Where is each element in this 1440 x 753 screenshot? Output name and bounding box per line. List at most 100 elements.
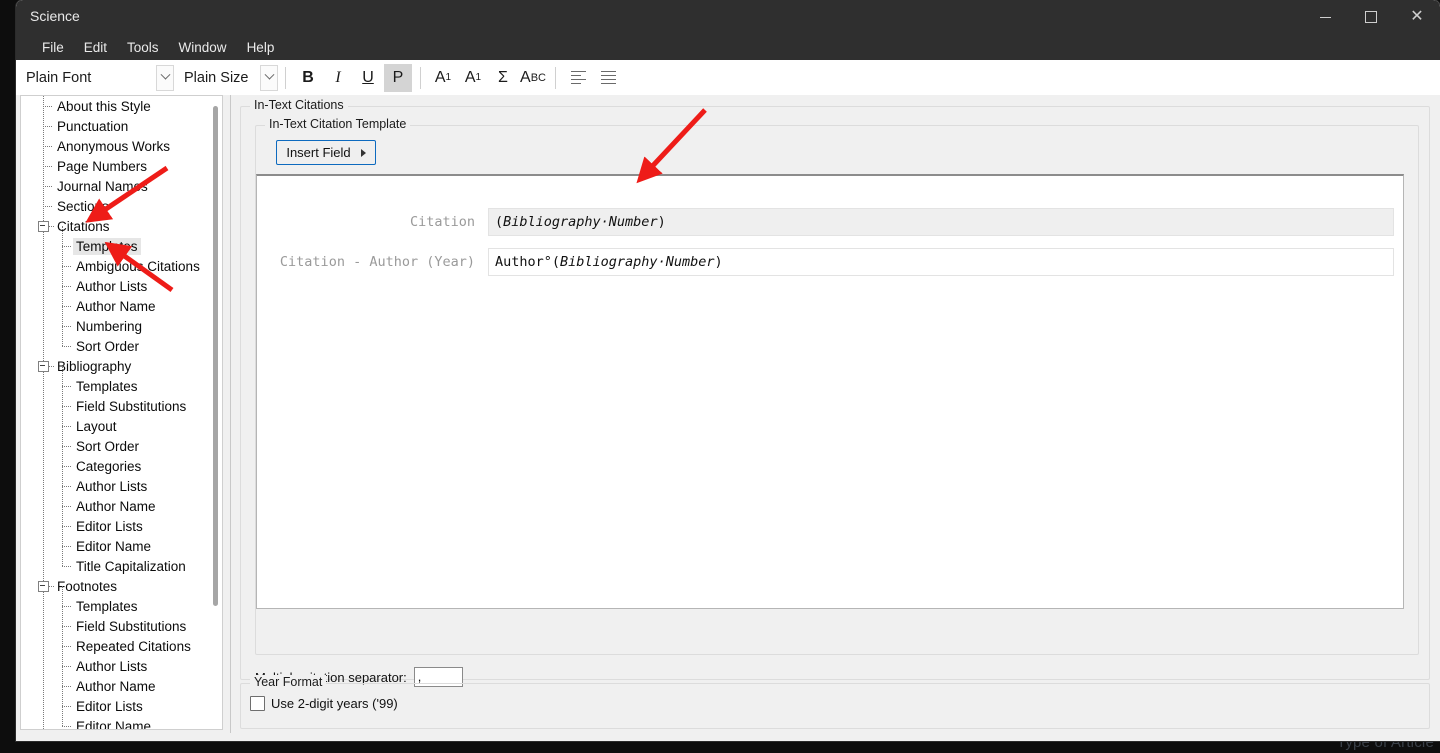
tree-connector-dash <box>62 726 71 728</box>
tree-item-punctuation[interactable]: Punctuation <box>21 116 131 136</box>
tree-item-sort-order[interactable]: Sort Order <box>21 436 142 456</box>
tree-item-layout[interactable]: Layout <box>21 416 120 436</box>
tree-item-author-lists[interactable]: Author Lists <box>21 656 150 676</box>
minimize-button[interactable] <box>1302 0 1348 34</box>
tree-connector-dash <box>62 266 71 268</box>
tree-item-field-substitutions[interactable]: Field Substitutions <box>21 396 189 416</box>
two-digit-years-row[interactable]: Use 2-digit years ('99) <box>250 696 398 711</box>
close-button[interactable]: ✕ <box>1394 0 1440 34</box>
font-family-combo[interactable]: Plain Font <box>16 64 174 91</box>
plain-button[interactable]: P <box>384 63 412 92</box>
tree-item-categories[interactable]: Categories <box>21 456 144 476</box>
tree-connector-dash <box>62 406 71 408</box>
tree-item-templates[interactable]: Templates <box>21 236 141 256</box>
tree-item-author-name[interactable]: Author Name <box>21 676 159 696</box>
tree-item-author-lists[interactable]: Author Lists <box>21 476 150 496</box>
tree-item-ambiguous-citations[interactable]: Ambiguous Citations <box>21 256 203 276</box>
align-left-icon <box>570 68 586 87</box>
style-sections-tree[interactable]: About this Style Punctuation Anonymous Wor… <box>20 95 223 730</box>
tree-item-label: About this Style <box>57 98 151 114</box>
tree-expander-collapse-icon[interactable] <box>38 581 49 592</box>
citations-settings-panel: In-Text Citations In-Text Citation Templ… <box>230 95 1437 741</box>
tree-connector-dash <box>49 226 54 228</box>
underline-button[interactable]: U <box>354 64 382 92</box>
tree-item-field-substitutions[interactable]: Field Substitutions <box>21 616 189 636</box>
maximize-button[interactable] <box>1348 0 1394 34</box>
tree-item-author-lists[interactable]: Author Lists <box>21 276 150 296</box>
tree-item-editor-lists[interactable]: Editor Lists <box>21 516 146 536</box>
align-justify-button[interactable] <box>594 64 622 92</box>
template-row-field[interactable]: (Bibliography·Number) <box>488 208 1394 236</box>
tree-item-repeated-citations[interactable]: Repeated Citations <box>21 636 194 656</box>
tree-item-footnotes[interactable]: Footnotes <box>21 576 120 596</box>
menu-window[interactable]: Window <box>169 37 237 58</box>
tree-expander-collapse-icon[interactable] <box>38 221 49 232</box>
citation-template-editor[interactable]: Citation (Bibliography·Number) Citation … <box>256 174 1404 609</box>
tree-connector-dash <box>62 546 71 548</box>
bold-button[interactable]: B <box>294 64 322 92</box>
main-content-area: About this Style Punctuation Anonymous Wor… <box>16 95 1440 741</box>
insert-field-button[interactable]: Insert Field <box>276 140 376 165</box>
tree-item-label: Page Numbers <box>57 158 148 174</box>
tree-vertical-scrollbar-thumb[interactable] <box>213 106 218 606</box>
superscript-button[interactable]: A1 <box>429 64 457 92</box>
italic-button[interactable]: I <box>324 64 352 92</box>
tree-item-label: Templates <box>76 378 138 394</box>
tree-expander-collapse-icon[interactable] <box>38 361 49 372</box>
template-row-field[interactable]: Author°(Bibliography·Number) <box>488 248 1394 276</box>
align-left-button[interactable] <box>564 64 592 92</box>
tree-item-about-this-style[interactable]: About this Style <box>21 96 154 116</box>
tree-item-sections[interactable]: Sections <box>21 196 112 216</box>
subscript-button[interactable]: A1 <box>459 64 487 92</box>
subscript-icon-mark: 1 <box>475 72 482 83</box>
tree-connector-dash <box>43 186 52 188</box>
tree-item-templates[interactable]: Templates <box>21 596 141 616</box>
tree-connector-dash <box>62 486 71 488</box>
tree-item-label: Field Substitutions <box>76 618 187 634</box>
in-text-citations-group: In-Text Citations In-Text Citation Templ… <box>240 98 1430 687</box>
tree-item-citations[interactable]: Citations <box>21 216 113 236</box>
tree-node-list: About this Style Punctuation Anonymous Wor… <box>21 96 222 729</box>
menu-tools[interactable]: Tools <box>117 37 169 58</box>
template-part-text: Author°( <box>495 254 561 270</box>
tree-connector-dash <box>62 326 71 328</box>
two-digit-years-checkbox[interactable] <box>250 696 265 711</box>
tree-item-label: Punctuation <box>57 118 129 134</box>
tree-connector-dash <box>43 146 52 148</box>
symbol-button[interactable]: Σ <box>489 64 517 92</box>
tree-item-author-name[interactable]: Author Name <box>21 296 159 316</box>
chevron-down-icon[interactable] <box>156 64 174 91</box>
tree-item-label: Templates <box>73 237 141 255</box>
toolbar-divider <box>555 66 556 89</box>
chevron-down-icon[interactable] <box>260 64 278 91</box>
formatting-toolbar: Plain Font Plain Size B I U P A1 A1 Σ AB… <box>16 60 1440 96</box>
tree-item-numbering[interactable]: Numbering <box>21 316 145 336</box>
menu-file[interactable]: File <box>32 37 74 58</box>
tree-item-editor-lists[interactable]: Editor Lists <box>21 696 146 716</box>
tree-connector-dash <box>43 206 52 208</box>
menu-edit[interactable]: Edit <box>74 37 117 58</box>
tree-item-sort-order[interactable]: Sort Order <box>21 336 142 356</box>
tree-item-anonymous-works[interactable]: Anonymous Works <box>21 136 173 156</box>
tree-connector-dash <box>62 606 71 608</box>
tree-connector-dash <box>43 106 52 108</box>
tree-item-page-numbers[interactable]: Page Numbers <box>21 156 150 176</box>
small-caps-button[interactable]: A BC <box>519 64 547 92</box>
font-size-combo[interactable]: Plain Size <box>174 64 278 91</box>
menu-help[interactable]: Help <box>237 37 285 58</box>
tree-item-editor-name[interactable]: Editor Name <box>21 716 154 729</box>
tree-item-editor-name[interactable]: Editor Name <box>21 536 154 556</box>
tree-item-journal-names[interactable]: Journal Names <box>21 176 151 196</box>
tree-connector-dash <box>62 446 71 448</box>
application-window: Science ✕ File Edit Tools Window Help Pl… <box>16 0 1440 741</box>
tree-item-author-name[interactable]: Author Name <box>21 496 159 516</box>
close-icon: ✕ <box>1410 8 1424 25</box>
tree-item-label: Title Capitalization <box>76 558 186 574</box>
tree-vertical-scrollbar[interactable] <box>209 96 222 729</box>
tree-connector-dash <box>62 526 71 528</box>
tree-item-bibliography[interactable]: Bibliography <box>21 356 134 376</box>
tree-item-templates[interactable]: Templates <box>21 376 141 396</box>
tree-item-label: Author Name <box>76 678 156 694</box>
tree-connector-dash <box>49 586 54 588</box>
tree-item-title-capitalization[interactable]: Title Capitalization <box>21 556 189 576</box>
